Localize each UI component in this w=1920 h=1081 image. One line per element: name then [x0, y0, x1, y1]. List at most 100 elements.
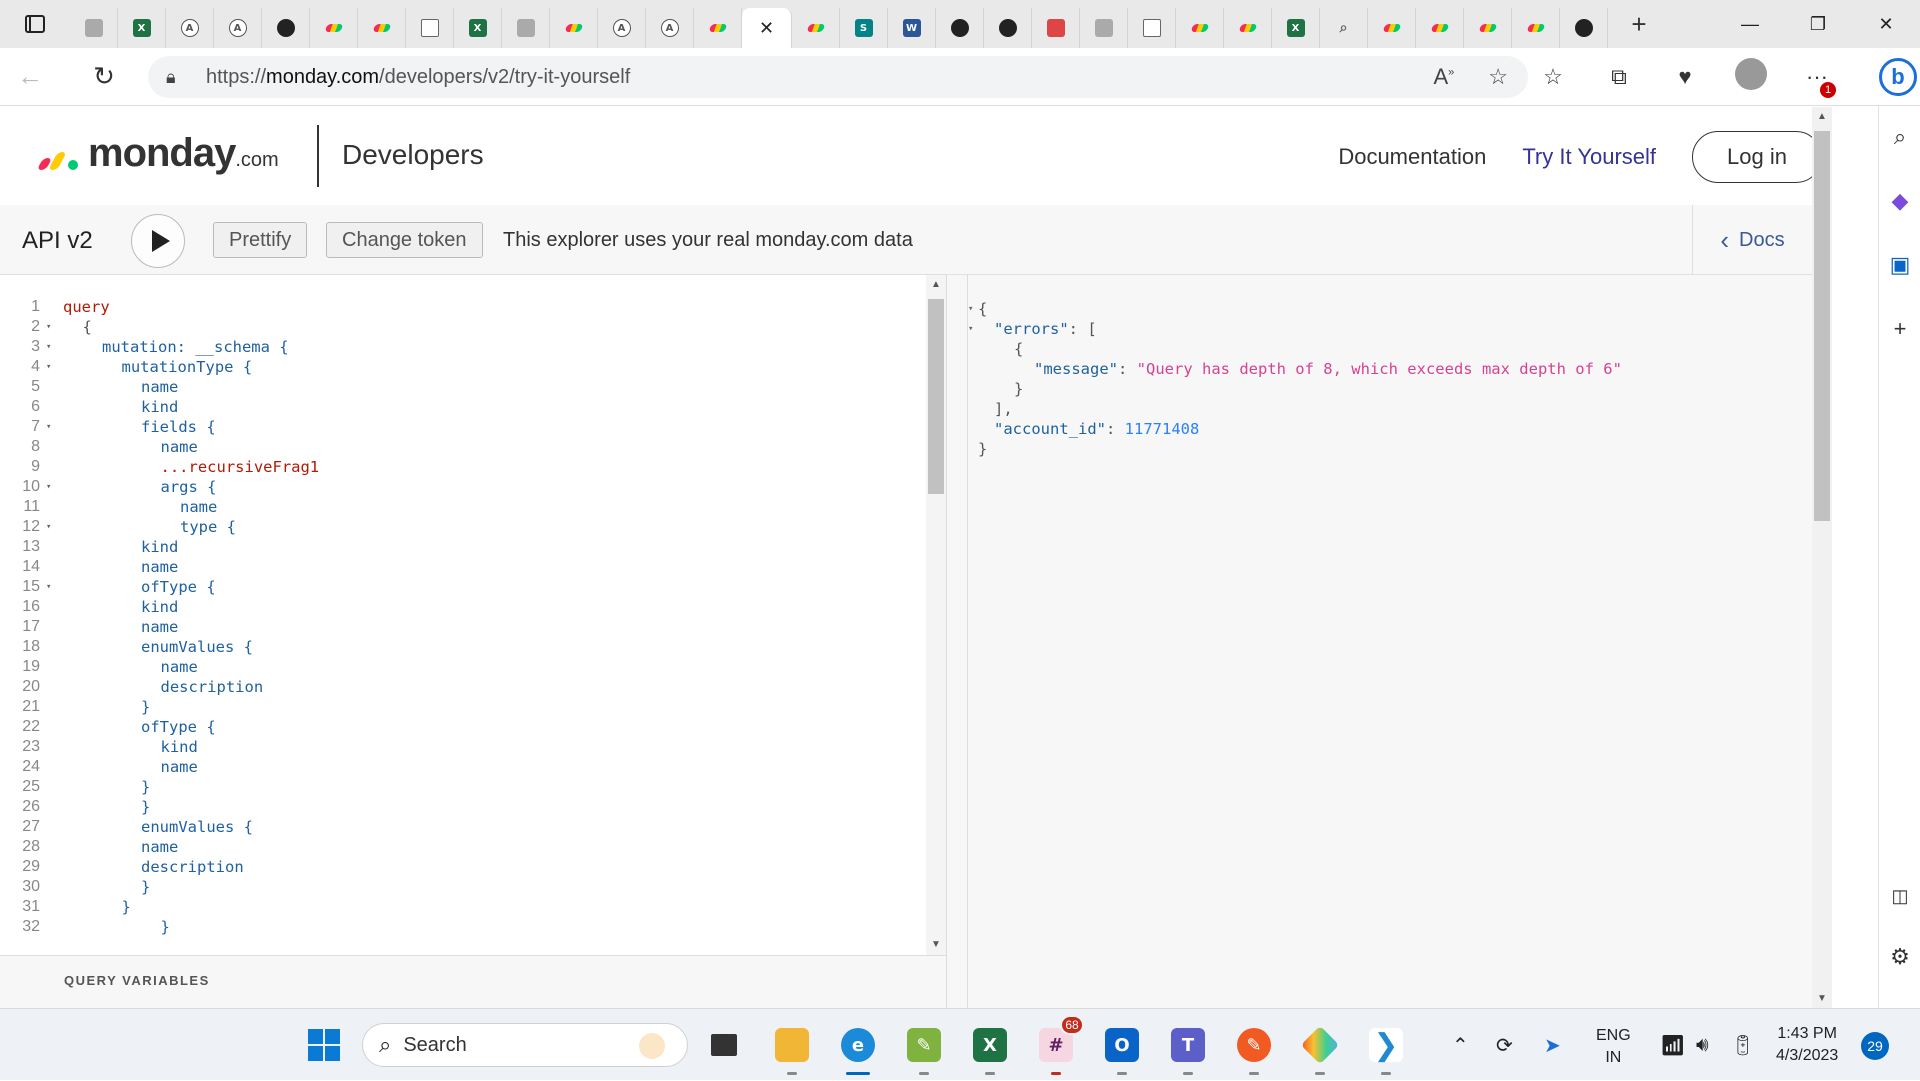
- battery-icon[interactable]: 🔋︎: [1730, 1009, 1755, 1081]
- teams-button[interactable]: T: [1166, 1023, 1210, 1075]
- browser-tab[interactable]: [406, 8, 454, 48]
- tray-overflow-icon[interactable]: ⌃: [1452, 1009, 1469, 1081]
- fold-arrow-icon[interactable]: ▾: [46, 517, 51, 537]
- page-scrollbar[interactable]: ▲ ▼: [1812, 107, 1832, 1008]
- vscode-button[interactable]: ❯: [1364, 1023, 1408, 1075]
- notification-center-badge[interactable]: 29: [1861, 1032, 1889, 1060]
- browser-tab[interactable]: [1176, 8, 1224, 48]
- browser-tab[interactable]: W: [888, 8, 936, 48]
- browser-tab[interactable]: X: [454, 8, 502, 48]
- browser-tab[interactable]: [1128, 8, 1176, 48]
- fold-arrow-icon[interactable]: ▾: [46, 337, 51, 357]
- fold-arrow-icon[interactable]: ▾: [46, 417, 51, 437]
- page-scroll-down-icon[interactable]: ▼: [1812, 993, 1832, 1004]
- new-tab-button[interactable]: +: [1616, 4, 1662, 44]
- browser-tab[interactable]: S: [840, 8, 888, 48]
- browser-tab[interactable]: [1560, 8, 1608, 48]
- browser-tab[interactable]: A: [598, 8, 646, 48]
- browser-tab[interactable]: ⌕: [1320, 8, 1368, 48]
- minimize-button[interactable]: —: [1716, 0, 1784, 48]
- close-window-button[interactable]: ✕: [1852, 0, 1920, 48]
- tab-actions-button[interactable]: [0, 0, 70, 48]
- browser-tab[interactable]: [1032, 8, 1080, 48]
- browser-tab[interactable]: A: [166, 8, 214, 48]
- taskbar-search[interactable]: ⌕ Search: [362, 1023, 688, 1067]
- browser-tab[interactable]: [70, 8, 118, 48]
- pen-app-button[interactable]: ✎: [1232, 1023, 1276, 1075]
- browser-tab[interactable]: A: [646, 8, 694, 48]
- sidebar-settings-icon[interactable]: ⚙: [1879, 944, 1920, 970]
- page-scroll-up-icon[interactable]: ▲: [1812, 111, 1832, 122]
- sidebar-outlook-icon[interactable]: ▣: [1879, 252, 1920, 278]
- browser-tab[interactable]: [502, 8, 550, 48]
- restore-button[interactable]: ❐: [1784, 0, 1852, 48]
- browser-tab[interactable]: X: [118, 8, 166, 48]
- browser-tab[interactable]: [1512, 8, 1560, 48]
- browser-tab[interactable]: [1368, 8, 1416, 48]
- bing-chat-button[interactable]: b: [1876, 48, 1920, 106]
- run-query-button[interactable]: [131, 214, 185, 268]
- slack-button[interactable]: #68: [1034, 1015, 1084, 1075]
- change-token-button[interactable]: Change token: [326, 222, 483, 258]
- send-icon[interactable]: ➤: [1544, 1009, 1561, 1081]
- sync-icon[interactable]: ⟳: [1496, 1009, 1513, 1081]
- pane-divider[interactable]: [946, 275, 968, 1008]
- sidebar-toggle-icon[interactable]: ◫: [1879, 886, 1920, 907]
- nav-documentation[interactable]: Documentation: [1338, 144, 1486, 170]
- sidebar-office-icon[interactable]: ◆: [1879, 188, 1920, 214]
- sidebar-add-icon[interactable]: +: [1879, 316, 1920, 342]
- login-button[interactable]: Log in: [1692, 131, 1812, 183]
- start-button[interactable]: [302, 1023, 346, 1067]
- clock[interactable]: 1:43 PM 4/3/2023: [1776, 1023, 1838, 1067]
- browser-tab[interactable]: [1080, 8, 1128, 48]
- query-variables-bar[interactable]: QUERY VARIABLES: [0, 955, 946, 1008]
- browser-tab[interactable]: A: [214, 8, 262, 48]
- prettify-button[interactable]: Prettify: [213, 222, 308, 258]
- outlook-button[interactable]: O: [1100, 1023, 1144, 1075]
- browser-tab-active[interactable]: ✕: [742, 8, 792, 48]
- language-indicator[interactable]: ENG IN: [1596, 1025, 1631, 1069]
- collections-icon[interactable]: ⧉: [1586, 64, 1652, 90]
- browser-tab[interactable]: [694, 8, 742, 48]
- browser-tab[interactable]: [1464, 8, 1512, 48]
- browser-tab[interactable]: X: [1272, 8, 1320, 48]
- query-editor[interactable]: 1 query 2 ▾ {3 ▾ mutation: __schema {4 ▾ mutatio…: [0, 275, 946, 955]
- back-button[interactable]: ←: [0, 48, 60, 106]
- browser-tab[interactable]: [550, 8, 598, 48]
- notepad-app-button[interactable]: ✎: [902, 1023, 946, 1075]
- nav-try-it-yourself[interactable]: Try It Yourself: [1522, 144, 1656, 170]
- excel-button[interactable]: X: [968, 1023, 1012, 1075]
- refresh-button[interactable]: ↻: [74, 48, 134, 106]
- docs-button[interactable]: ‹ Docs: [1692, 205, 1812, 275]
- add-favorite-icon[interactable]: ☆: [1488, 64, 1508, 90]
- scroll-up-icon[interactable]: ▲: [926, 279, 946, 290]
- sidebar-search-icon[interactable]: ⌕: [1879, 124, 1920, 150]
- read-aloud-icon[interactable]: A»: [1433, 64, 1454, 90]
- browser-essentials-icon[interactable]: ♥: [1652, 64, 1718, 90]
- favorites-icon[interactable]: ☆: [1520, 64, 1586, 90]
- wifi-icon[interactable]: 📶︎: [1660, 1009, 1685, 1081]
- scroll-down-icon[interactable]: ▼: [926, 939, 946, 950]
- browser-tab[interactable]: [262, 8, 310, 48]
- settings-more-button[interactable]: ··· 1: [1784, 64, 1850, 98]
- volume-icon[interactable]: 🔊︎: [1696, 1009, 1709, 1081]
- browser-tab[interactable]: [792, 8, 840, 48]
- monday-logo[interactable]: monday .com: [36, 131, 279, 176]
- browser-tab[interactable]: [358, 8, 406, 48]
- editor-scrollbar[interactable]: ▲ ▼: [926, 275, 946, 955]
- edge-button[interactable]: e: [836, 1023, 880, 1075]
- browser-tab[interactable]: [984, 8, 1032, 48]
- browser-tab[interactable]: [936, 8, 984, 48]
- file-explorer-button[interactable]: [770, 1023, 814, 1075]
- fold-arrow-icon[interactable]: ▾: [46, 477, 51, 497]
- fold-arrow-icon[interactable]: ▾: [46, 317, 51, 337]
- browser-tab[interactable]: [310, 8, 358, 48]
- editor-scroll-thumb[interactable]: [928, 299, 944, 494]
- page-scroll-thumb[interactable]: [1814, 131, 1830, 521]
- browser-tab[interactable]: [1224, 8, 1272, 48]
- address-bar[interactable]: 🔒︎ https://monday.com/developers/v2/try-…: [148, 56, 1528, 98]
- task-view-button[interactable]: [702, 1023, 746, 1067]
- fold-arrow-icon[interactable]: ▾: [46, 577, 51, 597]
- browser-tab[interactable]: [1416, 8, 1464, 48]
- profile-avatar[interactable]: [1718, 58, 1784, 96]
